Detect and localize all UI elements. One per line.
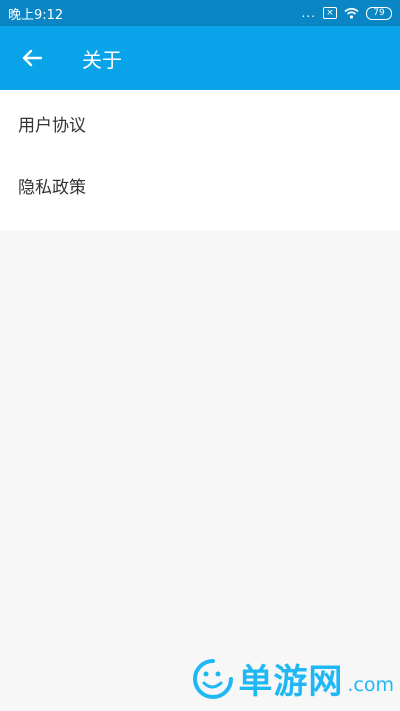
back-button[interactable] <box>4 26 60 90</box>
status-time: 晚上9:12 <box>8 7 64 23</box>
notification-dots: ... <box>301 6 316 20</box>
status-icons: ... × 79 <box>301 6 392 20</box>
page-title: 关于 <box>82 47 122 72</box>
watermark-suffix: .com <box>347 673 394 696</box>
wifi-icon <box>344 7 359 19</box>
battery-icon: 79 <box>366 6 392 20</box>
watermark-text: 单游网 <box>238 662 344 702</box>
menu-list: 用户协议 隐私政策 <box>0 90 400 230</box>
watermark-logo: 单游网 .com <box>192 654 394 703</box>
menu-item-user-agreement[interactable]: 用户协议 <box>0 92 400 154</box>
status-bar: 晚上9:12 ... × 79 <box>0 0 400 26</box>
app-bar: 关于 <box>0 26 400 90</box>
screen: 晚上9:12 ... × 79 关于 用户协议 隐私政策 单游网 .com <box>0 0 400 711</box>
sim-icon: × <box>323 7 337 19</box>
menu-item-privacy-policy[interactable]: 隐私政策 <box>0 154 400 216</box>
arrow-left-icon <box>22 49 42 67</box>
smiley-icon <box>193 658 234 699</box>
